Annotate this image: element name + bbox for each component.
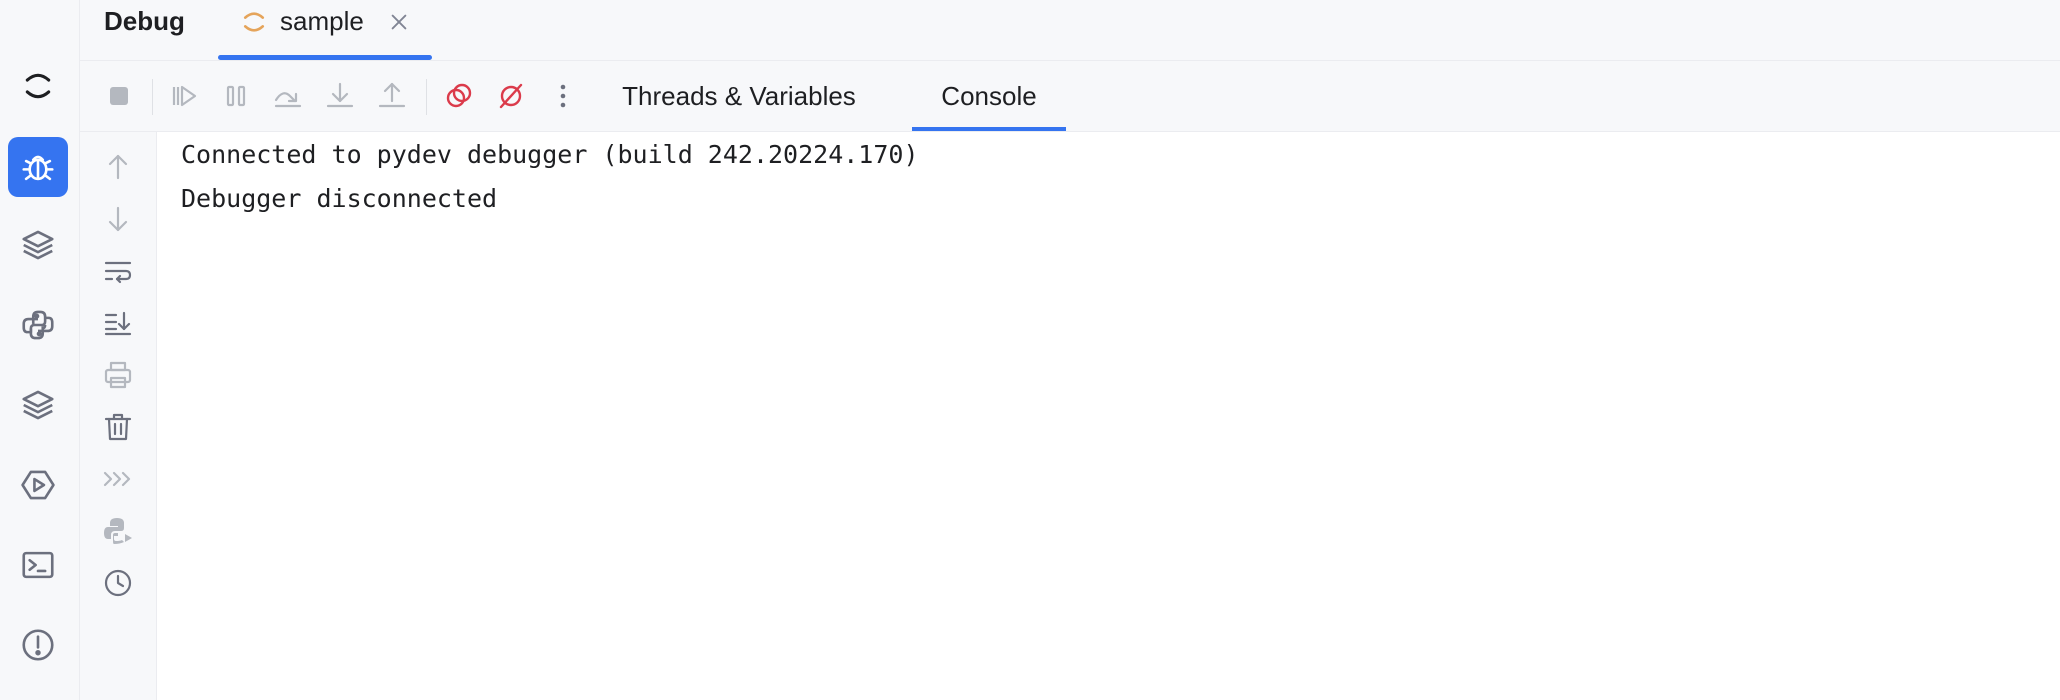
tool-window-strip: [0, 0, 80, 700]
session-tab-sample[interactable]: sample: [218, 0, 432, 60]
more-options-button[interactable]: [543, 76, 583, 116]
console-line: Connected to pydev debugger (build 242.2…: [181, 140, 919, 169]
step-out-button[interactable]: [372, 76, 412, 116]
view-breakpoints-icon: [446, 83, 472, 108]
scroll-to-end-icon: [104, 311, 132, 336]
layers-icon: [22, 230, 54, 260]
problems-tool-button[interactable]: [8, 615, 68, 675]
tab-console[interactable]: Console: [912, 61, 1066, 131]
step-into-icon: [326, 82, 354, 108]
session-tab-label: sample: [280, 6, 364, 36]
terminal-tool-button[interactable]: [8, 535, 68, 595]
trash-icon: [104, 413, 132, 441]
show-prompt-button[interactable]: [97, 458, 139, 500]
arrow-up-icon: [108, 154, 128, 180]
tool-window-header: Debug sample: [80, 0, 2060, 61]
print-icon: [104, 361, 132, 389]
loading-icon: [25, 73, 51, 99]
terminal-icon: [22, 551, 54, 579]
tab-console-label: Console: [941, 80, 1037, 111]
close-icon[interactable]: [388, 11, 410, 33]
tab-threads-variables-label: Threads & Variables: [622, 80, 856, 111]
prompt-icon: [103, 471, 131, 487]
debug-tool-button[interactable]: [8, 137, 68, 197]
mute-breakpoints-icon: [499, 83, 523, 109]
debug-toolbar: Threads & Variables Console: [80, 61, 2060, 132]
resume-button[interactable]: [164, 76, 204, 116]
step-over-button[interactable]: [268, 76, 308, 116]
run-services-icon: [21, 470, 55, 500]
toolbar-separator: [152, 79, 153, 115]
step-into-button[interactable]: [320, 76, 360, 116]
previous-occurrence-button[interactable]: [97, 146, 139, 188]
panel-title: Debug: [104, 6, 185, 36]
history-button[interactable]: [97, 562, 139, 604]
python-packages-tool-button[interactable]: [8, 295, 68, 355]
problems-icon: [22, 629, 54, 661]
next-occurrence-button[interactable]: [97, 198, 139, 240]
stop-icon: [110, 87, 128, 105]
console-output[interactable]: Connected to pydev debugger (build 242.2…: [157, 132, 2060, 700]
view-breakpoints-button[interactable]: [439, 76, 479, 116]
pause-icon: [226, 85, 246, 107]
clear-all-button[interactable]: [97, 406, 139, 448]
running-spinner-icon: [243, 12, 265, 32]
console-line: Debugger disconnected: [181, 184, 498, 213]
services-tool-button[interactable]: [8, 455, 68, 515]
toolbar-separator: [426, 79, 427, 115]
soft-wrap-icon: [104, 261, 132, 284]
session-tab-underline: [218, 55, 432, 60]
python-console-button[interactable]: [97, 510, 139, 552]
print-button[interactable]: [97, 354, 139, 396]
python-console-icon: [104, 518, 132, 544]
pause-button[interactable]: [216, 76, 256, 116]
loading-tool-button[interactable]: [8, 56, 68, 116]
tab-threads-variables[interactable]: Threads & Variables: [612, 61, 866, 131]
arrow-down-icon: [108, 206, 128, 232]
resume-icon: [172, 85, 197, 107]
soft-wrap-button[interactable]: [97, 250, 139, 292]
layers-tool-button-2[interactable]: [8, 375, 68, 435]
step-over-icon: [274, 92, 302, 108]
debug-bug-icon: [22, 155, 54, 181]
layers-tool-button[interactable]: [8, 215, 68, 275]
more-icon: [560, 84, 566, 108]
history-icon: [104, 569, 132, 597]
python-icon: [22, 310, 54, 340]
scroll-to-end-button[interactable]: [97, 302, 139, 344]
layers-icon: [22, 390, 54, 420]
mute-breakpoints-button[interactable]: [491, 76, 531, 116]
stop-button[interactable]: [99, 76, 139, 116]
step-out-icon: [378, 82, 406, 108]
console-side-toolbar: [80, 132, 157, 700]
